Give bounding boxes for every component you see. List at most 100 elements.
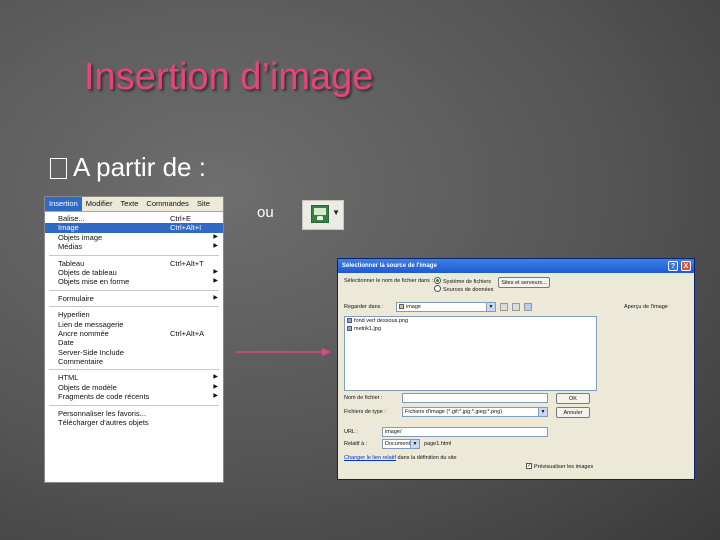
menu-item[interactable]: Commentaire xyxy=(45,357,223,366)
file-item[interactable]: metrik1.jpg xyxy=(345,325,596,333)
menu-item-label: Image xyxy=(58,223,79,233)
menu-item-label: Balise... xyxy=(58,214,85,223)
file-item[interactable]: fond vert dessous.png xyxy=(345,317,596,325)
radio-icon xyxy=(434,285,441,292)
dropdown-arrow-icon[interactable]: ▼ xyxy=(332,208,340,217)
close-button[interactable]: X xyxy=(681,261,691,271)
chevron-down-icon[interactable]: ▼ xyxy=(410,440,419,448)
cancel-button[interactable]: Annuler xyxy=(556,407,590,418)
menu-item[interactable]: Image Ctrl+Alt+I xyxy=(45,223,223,233)
menu-item-label: Médias xyxy=(58,242,83,252)
menu-bar-item-insertion[interactable]: Insertion xyxy=(45,197,82,211)
look-in-label: Regarder dans : xyxy=(344,304,384,310)
menu-item-shortcut: Ctrl+E xyxy=(170,214,192,223)
bullet-line: A partir de : xyxy=(50,152,206,183)
menu-bar: Insertion Modifier Texte Commandes Site xyxy=(45,197,223,212)
up-folder-icon[interactable] xyxy=(500,303,508,311)
sites-servers-button[interactable]: Sites et serveurs... xyxy=(498,277,550,288)
new-folder-icon[interactable] xyxy=(512,303,520,311)
image-file-icon xyxy=(347,318,352,323)
relative-select[interactable]: Document ▼ xyxy=(382,439,420,449)
menu-bar-item-commandes[interactable]: Commandes xyxy=(142,197,193,211)
menu-item[interactable]: Server-Side Include xyxy=(45,348,223,357)
look-in-select[interactable]: image ▼ xyxy=(396,302,496,312)
menu-item[interactable]: Télécharger d'autres objets xyxy=(45,418,223,427)
help-button[interactable]: ? xyxy=(668,261,678,271)
menu-item-label: Objets mise en forme xyxy=(58,277,130,287)
menu-item[interactable]: Objets de modèle ▶ xyxy=(45,383,223,392)
menu-item-label: Hyperlien xyxy=(58,310,90,320)
submenu-arrow-icon: ▶ xyxy=(213,233,218,240)
insertion-menu-screenshot: Insertion Modifier Texte Commandes Site Bali… xyxy=(44,196,224,483)
menu-separator xyxy=(49,254,219,256)
bullet-box-icon xyxy=(50,158,67,179)
menu-item-label: Commentaire xyxy=(58,357,104,367)
relative-file: page1.html xyxy=(424,441,452,447)
menu-item-label: Télécharger d'autres objets xyxy=(58,418,149,428)
url-input[interactable]: image/ xyxy=(382,427,548,437)
menu-bar-item-modifier[interactable]: Modifier xyxy=(82,197,117,211)
dialog-title: Sélectionner la source de l'image xyxy=(342,263,437,269)
menu-item-label: Ancre nommée xyxy=(58,328,109,338)
menu-item[interactable]: Formulaire ▶ xyxy=(45,294,223,303)
menu-item-label: Server-Side Include xyxy=(58,347,124,357)
submenu-arrow-icon: ▶ xyxy=(213,383,218,390)
dialog-titlebar: Sélectionner la source de l'image ? X xyxy=(338,259,694,273)
insertion-menu-list: Balise... Ctrl+E Image Ctrl+Alt+I Objets ima… xyxy=(45,212,223,427)
menu-item[interactable]: Hyperlien xyxy=(45,310,223,319)
select-from-label: Sélectionner le nom de fichier dans : xyxy=(344,278,433,284)
menu-item[interactable]: Médias ▶ xyxy=(45,242,223,251)
menu-item[interactable]: Objets image ▶ xyxy=(45,233,223,242)
filetype-select[interactable]: Fichiers d'image (*.gif;*.jpg;*.jpeg;*.p… xyxy=(402,407,548,417)
change-default-line: Changer le lien relatif dans la définiti… xyxy=(344,455,457,461)
menu-item[interactable]: Date xyxy=(45,338,223,347)
menu-item-label: Personnaliser les favoris... xyxy=(58,408,146,418)
menu-item[interactable]: Objets mise en forme ▶ xyxy=(45,277,223,286)
menu-bar-item-texte[interactable]: Texte xyxy=(116,197,142,211)
filename-label: Nom de fichier : xyxy=(344,395,383,401)
change-default-link[interactable]: Changer le lien relatif xyxy=(344,455,396,461)
menu-item[interactable]: Fragments de code récents ▶ xyxy=(45,392,223,401)
ou-label: ou xyxy=(257,204,274,221)
view-menu-icon[interactable] xyxy=(524,303,532,311)
menu-item-label: Objets de modèle xyxy=(58,382,117,392)
chevron-down-icon[interactable]: ▼ xyxy=(486,303,495,311)
menu-separator xyxy=(49,289,219,291)
menu-item[interactable]: Ancre nommée Ctrl+Alt+A xyxy=(45,329,223,338)
ok-button[interactable]: OK xyxy=(556,393,590,404)
image-icon xyxy=(311,205,329,223)
menu-item-label: Objets de tableau xyxy=(58,267,117,277)
menu-item-shortcut: Ctrl+Alt+A xyxy=(170,328,205,338)
insert-image-toolbar-button[interactable]: ▼ xyxy=(302,200,344,230)
menu-separator xyxy=(49,369,219,371)
menu-item-shortcut: Ctrl+Alt+I xyxy=(170,223,202,233)
menu-item[interactable]: Personnaliser les favoris... xyxy=(45,409,223,418)
menu-item[interactable]: Objets de tableau ▶ xyxy=(45,268,223,277)
submenu-arrow-icon: ▶ xyxy=(213,374,218,381)
relative-label: Relatif à : xyxy=(344,441,368,447)
menu-item-label: Fragments de code récents xyxy=(58,392,150,402)
menu-item-label: Formulaire xyxy=(58,293,94,303)
menu-item-label: Tableau xyxy=(58,258,85,268)
image-file-icon xyxy=(347,326,352,331)
menu-item[interactable]: Balise... Ctrl+E xyxy=(45,214,223,223)
source-datasources-radio[interactable]: Sources de données xyxy=(434,285,493,293)
menu-bar-item-site[interactable]: Site xyxy=(193,197,214,211)
file-list: fond vert dessous.png metrik1.jpg xyxy=(344,316,597,391)
menu-item-shortcut: Ctrl+Alt+T xyxy=(170,258,204,268)
menu-item[interactable]: Tableau Ctrl+Alt+T xyxy=(45,259,223,268)
menu-item-label: Date xyxy=(58,338,74,348)
filename-input[interactable] xyxy=(402,393,548,403)
menu-item[interactable]: HTML ▶ xyxy=(45,373,223,382)
submenu-arrow-icon: ▶ xyxy=(213,294,218,301)
chevron-down-icon[interactable]: ▼ xyxy=(538,408,547,416)
bullet-text: A partir de : xyxy=(73,152,206,182)
preview-images-checkbox[interactable]: Prévisualiser les images xyxy=(526,462,593,470)
checkbox-checked-icon xyxy=(526,462,532,469)
submenu-arrow-icon: ▶ xyxy=(213,268,218,275)
menu-item-label: Lien de messagerie xyxy=(58,319,124,329)
source-filesystem-radio[interactable]: Système de fichiers xyxy=(434,277,491,285)
menu-item[interactable]: Lien de messagerie xyxy=(45,320,223,329)
folder-icon xyxy=(399,304,404,309)
submenu-arrow-icon: ▶ xyxy=(213,243,218,250)
